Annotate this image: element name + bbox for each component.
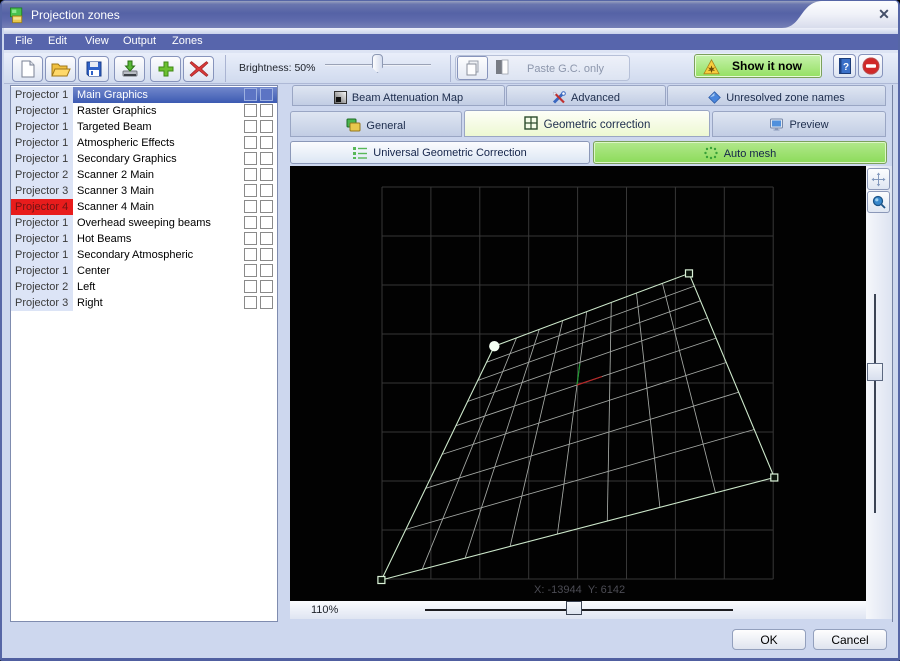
svg-text:X: -13944 Y: 6142: X: -13944 Y: 6142 <box>534 584 625 596</box>
svg-text:?: ? <box>842 62 848 73</box>
